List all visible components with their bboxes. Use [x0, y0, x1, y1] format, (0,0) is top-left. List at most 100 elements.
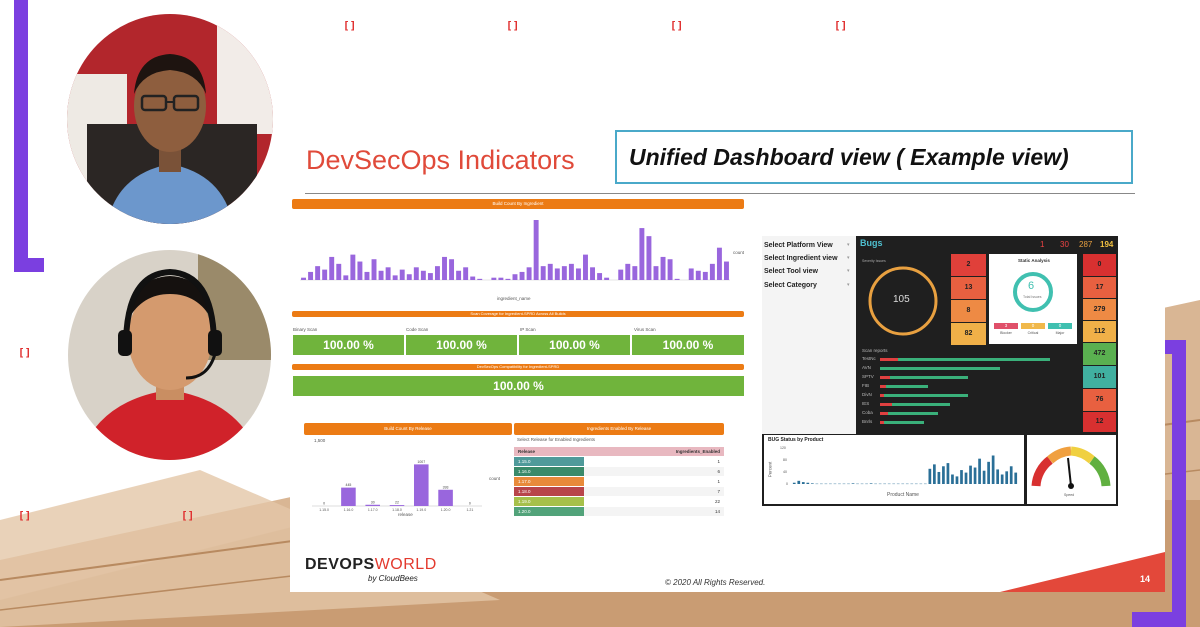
right-cell: 112 [1083, 321, 1116, 342]
slide-page-number: 14 [1140, 574, 1151, 584]
bug-status-bar [810, 483, 814, 484]
col-enabled: Ingredients_Enabled [675, 449, 720, 454]
enabled-count-cell: 1 [717, 479, 720, 484]
ingredient-bar [399, 269, 405, 280]
ingredient-bar [561, 266, 567, 280]
ingredient-bar [568, 263, 574, 280]
ingredient-bar [639, 228, 645, 280]
ingredient-bar [519, 271, 525, 280]
bug-status-bar [851, 483, 855, 484]
static-total-label: Total Issues [1023, 295, 1042, 299]
filter-category[interactable]: Select Category [764, 282, 846, 295]
window-icon[interactable]: [] [18, 346, 31, 359]
bug-status-bar [806, 482, 810, 484]
bug-ytick: 80 [783, 458, 787, 462]
bug-ytick: 0 [786, 482, 788, 486]
count-4: 194 [1100, 240, 1114, 249]
right-cell: 0 [1083, 254, 1116, 276]
ingredient-bar [688, 268, 694, 280]
compat-value: 100.00 % [293, 376, 744, 396]
bug-status-bar [937, 471, 941, 484]
ingredient-bar [709, 263, 715, 280]
bug-status-bar [982, 470, 986, 484]
bug-status-bar [1005, 471, 1009, 484]
participant-video-2[interactable] [68, 250, 271, 460]
window-icon[interactable]: [] [834, 19, 847, 32]
ingredient-bar [385, 267, 391, 280]
release-bar-label: 393 [443, 485, 449, 489]
ingredients-release-header: Ingredients Enabled By Release [514, 423, 724, 435]
window-icon[interactable]: [] [18, 509, 31, 522]
filter-platform[interactable]: Select Platform View [764, 242, 846, 255]
ingredient-bar [660, 256, 666, 280]
release-tick: 1.20.0 [441, 508, 451, 512]
participant-video-1[interactable] [67, 14, 273, 224]
scan-title: Scan reports [862, 348, 888, 353]
bug-status-chart [792, 455, 1018, 485]
coverage-value: 100.00 % [632, 335, 744, 355]
bug-status-bar [933, 464, 936, 484]
ingredient-bar [590, 267, 595, 280]
scan-row-label: DivN [862, 392, 872, 397]
window-icon[interactable]: [] [506, 19, 519, 32]
chevron-down-icon: ▾ [847, 268, 850, 274]
ingredients-table-row[interactable]: 1.19.0 22 [514, 497, 724, 506]
bug-status-bar [1009, 466, 1013, 484]
speed-gauge [1031, 446, 1111, 489]
release-tick: 1.19.0 [416, 508, 426, 512]
filter-tool[interactable]: Select Tool view [764, 268, 846, 281]
ingredients-table-row[interactable]: 1.18.0 7 [514, 487, 724, 496]
ingredient-bar [498, 277, 504, 280]
enabled-count-cell: 22 [714, 499, 720, 504]
ingredients-table-row[interactable]: 1.16.0 6 [514, 467, 724, 476]
logo-part-b: WORLD [374, 556, 437, 573]
release-tick: 1.21 [466, 508, 473, 512]
release-cell: 1.17.0 [514, 477, 584, 486]
ingredient-bar [329, 256, 335, 280]
ingredient-bar [315, 266, 321, 280]
bug-status-bar [946, 463, 950, 484]
devopsworld-logo: DEVOPSWORLD [305, 556, 437, 574]
bug-status-bar [951, 474, 954, 484]
bug-status-bar [1000, 474, 1004, 484]
count-2: 30 [1060, 240, 1069, 249]
right-cell: 101 [1083, 366, 1116, 388]
release-bar [438, 489, 453, 506]
ingredient-bar [625, 263, 631, 280]
window-icon[interactable]: [] [343, 19, 356, 32]
bug-gauge-value: 105 [893, 294, 910, 305]
scan-row-label: IES [862, 401, 870, 406]
scan-row-label: AVN [862, 365, 871, 370]
chevron-down-icon: ▾ [847, 242, 850, 248]
ingredient-bar [413, 267, 419, 280]
release-legend: count [489, 476, 501, 481]
ingredients-table-row[interactable]: 1.15.0 1 [514, 457, 724, 466]
release-cell: 1.16.0 [514, 467, 584, 476]
banner-text: Unified Dashboard view ( Example view) [629, 144, 1069, 170]
bug-ytick: 40 [783, 470, 787, 474]
static-tile-value: 0 [1021, 323, 1045, 329]
build-count-ingredient-chart [300, 220, 730, 281]
ingredients-table-row[interactable]: 1.17.0 1 [514, 477, 724, 486]
bug-status-xlabel: Product Name [887, 492, 919, 498]
ingredient-bar [653, 266, 659, 280]
ingredient-bar [420, 270, 426, 280]
ingredient-bar [604, 277, 610, 280]
release-bar-label: 30 [371, 500, 375, 504]
window-icon[interactable]: [] [670, 19, 683, 32]
right-bracket-foot [1132, 612, 1186, 627]
ingredient-bar [491, 277, 497, 280]
filter-ingredient[interactable]: Select Ingredient view [764, 255, 846, 268]
ingredient-bar [434, 266, 440, 280]
coverage-header: Scan Coverage for Ingredient-SPRD Across… [292, 311, 744, 317]
right-cell: 12 [1083, 412, 1116, 432]
ingredient-bar [724, 261, 729, 280]
ingredients-table-row[interactable]: 1.20.0 14 [514, 507, 724, 516]
filter-chevrons: ▾ ▾ ▾ ▾ [847, 238, 854, 432]
release-bar-label: 22 [395, 501, 399, 505]
right-cell: 279 [1083, 299, 1116, 320]
ingredient-legend: count [733, 250, 745, 255]
window-icon[interactable]: [] [181, 509, 194, 522]
static-tile-label: Major [1055, 331, 1065, 335]
bug-status-bar [869, 483, 873, 484]
